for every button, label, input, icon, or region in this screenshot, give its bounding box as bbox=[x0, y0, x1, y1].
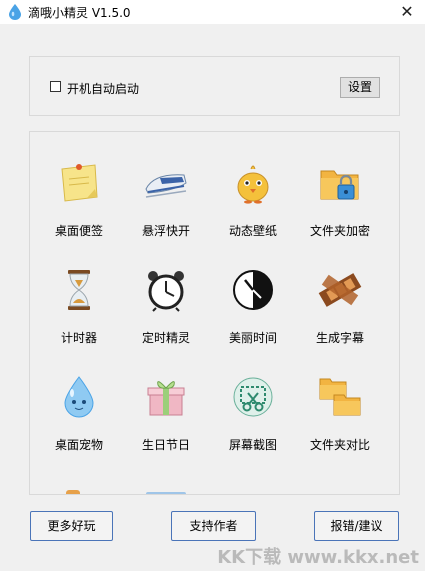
tool-label: 生成字幕 bbox=[315, 331, 364, 345]
hourglass-icon bbox=[68, 270, 90, 310]
tool-desktop-notes[interactable]: 桌面便签 bbox=[37, 139, 121, 239]
tool-label: 美丽时间 bbox=[228, 331, 277, 345]
film-strip-icon bbox=[318, 273, 362, 307]
tool-subtitles[interactable]: 生成字幕 bbox=[298, 246, 382, 346]
tool-label: 动态壁纸 bbox=[228, 224, 277, 238]
scissors-screenshot-icon bbox=[233, 377, 273, 417]
close-icon: ✕ bbox=[400, 2, 414, 21]
tool-beautiful-time[interactable]: 美丽时间 bbox=[211, 246, 295, 346]
tool-scheduler[interactable]: 定时精灵 bbox=[124, 246, 208, 346]
partial-icon bbox=[146, 492, 186, 494]
feedback-button[interactable]: 报错/建议 bbox=[314, 511, 399, 541]
tool-label: 屏幕截图 bbox=[228, 438, 277, 452]
window-title: 滴哦小精灵 V1.5.0 bbox=[28, 6, 131, 20]
alarm-clock-icon bbox=[148, 271, 184, 312]
autostart-checkbox[interactable] bbox=[50, 81, 61, 92]
train-icon bbox=[145, 174, 187, 198]
water-drop-pet-icon bbox=[64, 376, 94, 418]
tools-grid: 桌面便签 悬浮快开 动态壁纸 文件夹加密 计时器 定时精灵 美丽时间 生成字幕 … bbox=[29, 131, 400, 495]
startup-panel: 开机自动启动 设置 bbox=[29, 56, 400, 116]
tool-folder-compare[interactable]: 文件夹对比 bbox=[298, 353, 382, 453]
watermark: KK下载 www.kkx.net bbox=[217, 547, 419, 568]
tool-floating-launch[interactable]: 悬浮快开 bbox=[124, 139, 208, 239]
folders-compare-icon bbox=[319, 378, 361, 416]
sticky-note-icon bbox=[61, 164, 98, 202]
support-author-button[interactable]: 支持作者 bbox=[171, 511, 256, 541]
tool-label: 文件夹加密 bbox=[309, 224, 370, 238]
water-drop-app-icon bbox=[9, 4, 21, 20]
tool-timer[interactable]: 计时器 bbox=[37, 246, 121, 346]
folder-lock-icon bbox=[320, 170, 359, 200]
tool-live-wallpaper[interactable]: 动态壁纸 bbox=[211, 139, 295, 239]
settings-button[interactable]: 设置 bbox=[340, 77, 380, 98]
tool-label: 桌面便签 bbox=[54, 224, 103, 238]
tool-label: 悬浮快开 bbox=[141, 224, 190, 238]
tool-label: 桌面宠物 bbox=[54, 438, 103, 452]
tool-desktop-pet[interactable]: 桌面宠物 bbox=[37, 353, 121, 453]
tool-birthday-holiday[interactable]: 生日节日 bbox=[124, 353, 208, 453]
tool-folder-encrypt[interactable]: 文件夹加密 bbox=[298, 139, 382, 239]
title-bar: 滴哦小精灵 V1.5.0 ✕ bbox=[0, 0, 425, 24]
partial-icon bbox=[66, 490, 80, 494]
autostart-label[interactable]: 开机自动启动 bbox=[67, 80, 139, 97]
chick-icon bbox=[237, 165, 269, 204]
clock-face-icon bbox=[233, 270, 273, 310]
more-fun-button[interactable]: 更多好玩 bbox=[30, 511, 113, 541]
tool-screenshot[interactable]: 屏幕截图 bbox=[211, 353, 295, 453]
tool-label: 定时精灵 bbox=[141, 331, 190, 345]
close-button[interactable]: ✕ bbox=[389, 0, 425, 24]
tool-label: 文件夹对比 bbox=[309, 438, 370, 452]
gift-box-icon bbox=[147, 381, 185, 416]
tool-label: 计时器 bbox=[60, 331, 97, 345]
tool-label: 生日节日 bbox=[141, 438, 190, 452]
